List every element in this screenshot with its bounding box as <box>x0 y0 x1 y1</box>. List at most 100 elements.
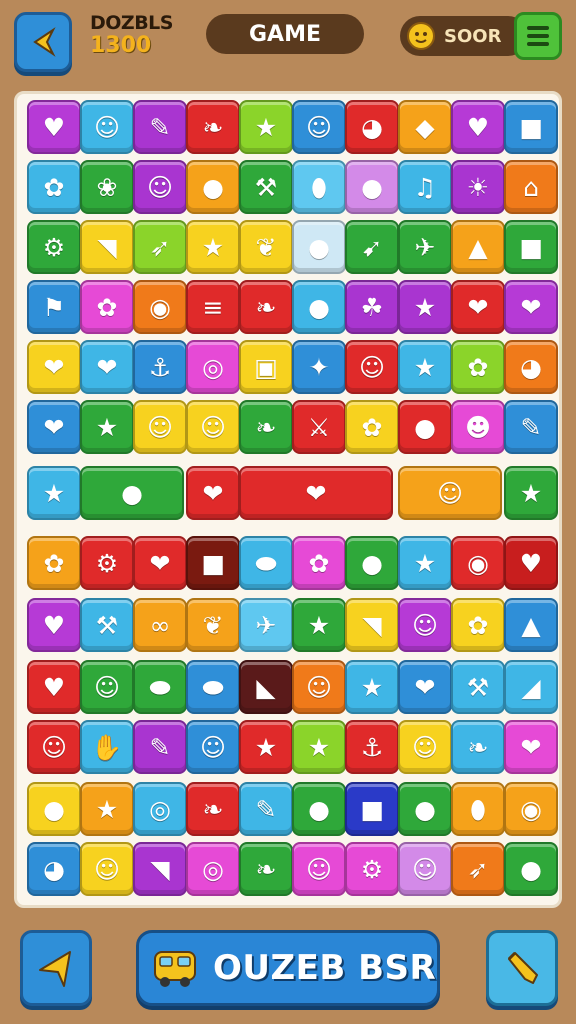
robot-tile[interactable]: ◕ <box>27 842 81 896</box>
menu-button[interactable] <box>514 12 562 60</box>
square-tile[interactable]: ■ <box>504 100 558 154</box>
robot-tile[interactable]: ◕ <box>345 100 399 154</box>
star-tile[interactable]: ★ <box>398 536 452 590</box>
heart-tile[interactable]: ♥ <box>27 100 81 154</box>
left-arrow-button[interactable] <box>20 930 92 1006</box>
flower-tile[interactable]: ✿ <box>451 340 505 394</box>
drop-tile[interactable]: ● <box>292 220 346 274</box>
pill-tile[interactable]: ⬬ <box>239 536 293 590</box>
heart-tile[interactable]: ♥ <box>27 660 81 714</box>
square-tile[interactable]: ■ <box>345 782 399 836</box>
star-tile[interactable]: ★ <box>292 720 346 774</box>
target-tile[interactable]: ◎ <box>186 842 240 896</box>
circle-tile[interactable]: ● <box>398 400 452 454</box>
hook-tile[interactable]: ⚓ <box>133 340 187 394</box>
heart-tile[interactable]: ♥ <box>504 536 558 590</box>
boot-tile[interactable]: ◥ <box>133 842 187 896</box>
leaf-tile[interactable]: ❧ <box>186 782 240 836</box>
person-tile[interactable]: ☺ <box>292 660 346 714</box>
disc-tile[interactable]: ◉ <box>504 782 558 836</box>
circle-tile[interactable]: ● <box>292 782 346 836</box>
apple-tile[interactable]: ❤ <box>239 466 393 520</box>
apple-tile[interactable]: ❤ <box>133 536 187 590</box>
apple-tile[interactable]: ❤ <box>398 660 452 714</box>
egg-tile[interactable]: ⬮ <box>292 160 346 214</box>
square-tile[interactable]: ■ <box>504 220 558 274</box>
cheese-tile[interactable]: ◢ <box>504 660 558 714</box>
gear-tile[interactable]: ⚙ <box>80 536 134 590</box>
paw-tile[interactable]: ❦ <box>186 598 240 652</box>
flower-tile[interactable]: ✿ <box>27 160 81 214</box>
robot-tile[interactable]: ◕ <box>504 340 558 394</box>
house-tile[interactable]: ⌂ <box>504 160 558 214</box>
pig-tile[interactable]: ☻ <box>451 400 505 454</box>
pepper-tile[interactable]: ❧ <box>451 720 505 774</box>
diamond-tile[interactable]: ◆ <box>398 100 452 154</box>
note-tile[interactable]: ♫ <box>398 160 452 214</box>
flower-tile[interactable]: ✿ <box>345 400 399 454</box>
carrot-tile[interactable]: ➶ <box>133 220 187 274</box>
person-tile[interactable]: ☺ <box>398 842 452 896</box>
leaf-tile[interactable]: ❧ <box>186 100 240 154</box>
face-tile[interactable]: ☺ <box>27 720 81 774</box>
star-tile[interactable]: ★ <box>80 400 134 454</box>
ball-tile[interactable]: ● <box>292 280 346 334</box>
face-tile[interactable]: ☺ <box>133 160 187 214</box>
face-tile[interactable]: ☺ <box>345 340 399 394</box>
star-tile[interactable]: ★ <box>239 100 293 154</box>
circle-tile[interactable]: ● <box>345 160 399 214</box>
pencil-tile[interactable]: ✎ <box>133 100 187 154</box>
shovel-tile[interactable]: ⚒ <box>239 160 293 214</box>
axe-tile[interactable]: ⚔ <box>292 400 346 454</box>
peanut-tile[interactable]: ∞ <box>133 598 187 652</box>
hook-tile[interactable]: ⚓ <box>345 720 399 774</box>
person-tile[interactable]: ☺ <box>398 720 452 774</box>
back-button[interactable] <box>14 12 72 72</box>
face-tile[interactable]: ☺ <box>186 720 240 774</box>
cake-tile[interactable]: ▲ <box>504 598 558 652</box>
paper-tile[interactable]: ◣ <box>239 660 293 714</box>
pill-tile[interactable]: ⬬ <box>186 660 240 714</box>
face-tile[interactable]: ☺ <box>398 466 502 520</box>
egg-tile[interactable]: ⬮ <box>451 782 505 836</box>
star-tile[interactable]: ★ <box>345 660 399 714</box>
leaf-tile[interactable]: ❧ <box>239 400 293 454</box>
apple-tile[interactable]: ❤ <box>27 400 81 454</box>
face-tile[interactable]: ☺ <box>133 400 187 454</box>
disc-tile[interactable]: ◉ <box>451 536 505 590</box>
star-tile[interactable]: ★ <box>239 720 293 774</box>
star-tile[interactable]: ★ <box>186 220 240 274</box>
flower-tile[interactable]: ✿ <box>451 598 505 652</box>
star-tile[interactable]: ★ <box>80 782 134 836</box>
hand-tile[interactable]: ✋ <box>80 720 134 774</box>
gear-tile[interactable]: ⚙ <box>345 842 399 896</box>
face-tile[interactable]: ☺ <box>292 842 346 896</box>
drop-tile[interactable]: ● <box>80 466 184 520</box>
map-tile[interactable]: ☘ <box>345 280 399 334</box>
apple-tile[interactable]: ❤ <box>80 340 134 394</box>
star-tile[interactable]: ★ <box>292 598 346 652</box>
box-tile[interactable]: ▣ <box>239 340 293 394</box>
pencil-tile[interactable]: ✎ <box>239 782 293 836</box>
pencil-button[interactable] <box>486 930 558 1006</box>
target-tile[interactable]: ◎ <box>133 782 187 836</box>
main-action-button[interactable]: OUZEB BSR <box>136 930 440 1006</box>
pill-tile[interactable]: ⬬ <box>133 660 187 714</box>
shovel-tile[interactable]: ⚒ <box>451 660 505 714</box>
star-tile[interactable]: ★ <box>27 466 81 520</box>
target-tile[interactable]: ◎ <box>186 340 240 394</box>
carrot-tile[interactable]: ➶ <box>451 842 505 896</box>
ball-tile[interactable]: ● <box>27 782 81 836</box>
face-tile[interactable]: ☺ <box>292 100 346 154</box>
cat-tile[interactable]: ☺ <box>398 598 452 652</box>
lines-tile[interactable]: ≡ <box>186 280 240 334</box>
star-tile[interactable]: ★ <box>398 280 452 334</box>
ball-tile[interactable]: ● <box>504 842 558 896</box>
heart-tile[interactable]: ♥ <box>451 100 505 154</box>
flower-tile[interactable]: ✿ <box>80 280 134 334</box>
plane-tile[interactable]: ✈ <box>239 598 293 652</box>
bone-tile[interactable]: ✦ <box>292 340 346 394</box>
face-tile[interactable]: ☺ <box>186 400 240 454</box>
rocket-tile[interactable]: ✈ <box>398 220 452 274</box>
apple-tile[interactable]: ❤ <box>504 280 558 334</box>
